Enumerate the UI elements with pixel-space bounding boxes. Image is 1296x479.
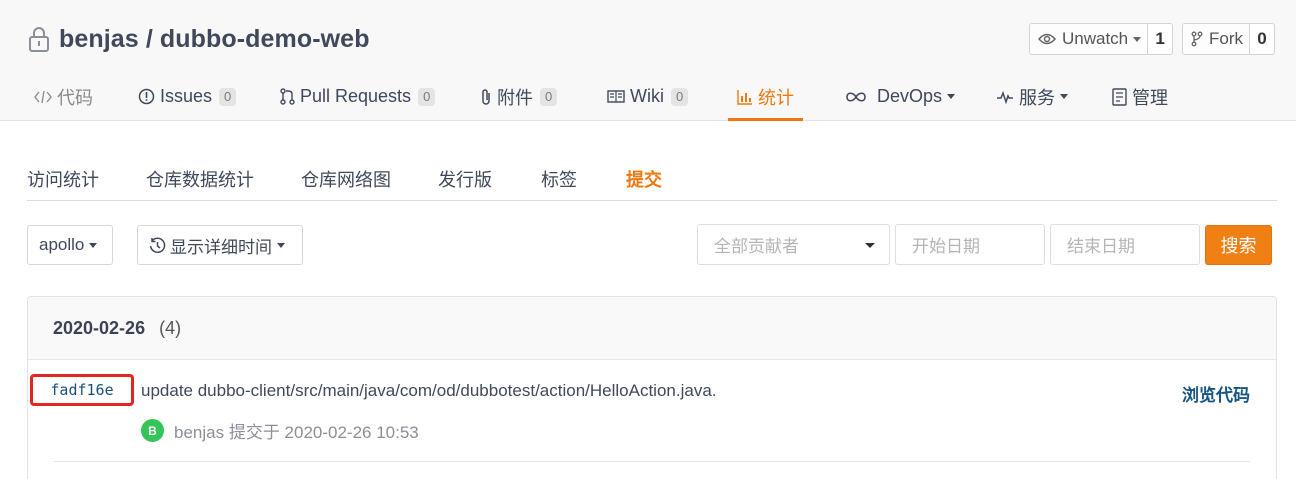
tab-wiki-label: Wiki [630,86,664,106]
commit-author-line: benjas 提交于 2020-02-26 10:53 [174,423,419,442]
tab-services[interactable]: 服务 [996,72,1068,121]
start-date-input[interactable]: 开始日期 [895,224,1045,265]
commit-count: (4) [159,317,182,338]
tab-stats[interactable]: 统计 [728,72,803,121]
tab-devops[interactable]: DevOps [844,72,956,121]
tab-code[interactable]: 代码 [34,72,93,121]
pull-request-icon [280,88,295,105]
repo-name-link[interactable]: dubbo-demo-web [160,25,370,54]
issue-icon [138,88,155,105]
tab-devops-label: DevOps [877,86,943,106]
commit-list-panel: 2020-02-26 (4) fadf16e update dubbo-clie… [27,296,1277,479]
end-date-placeholder: 结束日期 [1067,237,1135,256]
subnav-commits[interactable]: 提交 [626,166,662,192]
history-icon [149,237,166,253]
commit-date: 2020-02-26 [53,317,146,338]
eye-icon [1038,33,1056,45]
search-button[interactable]: 搜索 [1205,225,1272,265]
chevron-down-icon [1060,94,1068,99]
start-date-placeholder: 开始日期 [912,237,980,256]
commit-sha-link[interactable]: fadf16e [30,374,134,406]
infinity-icon [846,91,866,102]
book-icon [607,90,625,103]
avatar[interactable]: B [141,419,164,442]
chevron-down-icon [89,242,98,248]
lock-icon [28,26,50,52]
end-date-input[interactable]: 结束日期 [1050,224,1200,265]
branch-value: apollo [39,235,85,254]
chevron-down-icon [865,243,875,248]
subnav-network[interactable]: 仓库网络图 [301,166,391,192]
tab-stats-label: 统计 [758,87,794,108]
repo-owner-link[interactable]: benjas [59,25,139,54]
tab-attachments[interactable]: 附件 0 [480,72,558,121]
paperclip-icon [482,88,490,105]
contributor-placeholder: 全部贡献者 [714,237,799,256]
tab-issues-label: Issues [160,86,213,106]
watch-count[interactable]: 1 [1148,24,1172,54]
repo-header: benjas / dubbo-demo-web Unwatch 1 Fork 0… [0,0,1296,121]
browse-code-link[interactable]: 浏览代码 [1182,381,1250,406]
unwatch-button[interactable]: Unwatch [1030,24,1149,54]
pulls-count-badge: 0 [418,87,436,106]
tab-issues[interactable]: Issues 0 [138,72,237,121]
watch-button-group: Unwatch 1 [1029,23,1174,55]
wiki-count-badge: 0 [671,87,689,106]
fork-button[interactable]: Fork [1183,24,1250,54]
attachments-count-badge: 0 [540,87,558,106]
chevron-down-icon [277,242,285,248]
repo-title: benjas / dubbo-demo-web [28,22,370,56]
contributor-select[interactable]: 全部贡献者 [697,224,890,265]
commit-message-link[interactable]: update dubbo-client/src/main/java/com/od… [141,381,717,401]
subnav-repo-data[interactable]: 仓库数据统计 [146,166,254,192]
time-mode-dropdown[interactable]: 显示详细时间 [137,225,303,265]
branch-dropdown[interactable]: apollo [27,225,113,265]
fork-icon [1191,31,1203,47]
subnav-tags[interactable]: 标签 [541,166,577,192]
tab-manage-label: 管理 [1132,87,1168,108]
chevron-down-icon [1133,36,1142,42]
issues-count-badge: 0 [219,87,237,106]
fork-count[interactable]: 0 [1250,24,1274,54]
time-mode-value: 显示详细时间 [170,237,272,257]
commit-date-header: 2020-02-26 (4) [28,297,1276,360]
fork-button-group: Fork 0 [1182,23,1275,55]
settings-doc-icon [1112,87,1127,106]
stats-subnav: 访问统计 仓库数据统计 仓库网络图 发行版 标签 提交 [27,160,1277,201]
subnav-releases[interactable]: 发行版 [438,166,492,192]
pulse-icon [997,90,1013,104]
subnav-visits[interactable]: 访问统计 [27,166,99,192]
tab-attachments-label: 附件 [497,87,533,108]
bar-chart-icon [737,89,752,105]
repo-nav: 代码 Issues 0 Pull Requests 0 附件 0 Wiki 0 … [0,72,1296,121]
unwatch-label: Unwatch [1062,29,1129,48]
chevron-down-icon [947,94,956,99]
tab-pull-requests-label: Pull Requests [300,86,412,106]
repo-separator: / [145,24,153,53]
commit-author-row: B benjas 提交于 2020-02-26 10:53 [141,418,419,443]
tab-code-label: 代码 [57,87,93,108]
code-icon [34,90,52,103]
tab-services-label: 服务 [1019,87,1055,108]
tab-pull-requests[interactable]: Pull Requests 0 [280,72,436,121]
tab-wiki[interactable]: Wiki 0 [607,72,689,121]
fork-label: Fork [1209,29,1243,48]
divider [53,461,1250,462]
tab-manage[interactable]: 管理 [1112,72,1168,121]
